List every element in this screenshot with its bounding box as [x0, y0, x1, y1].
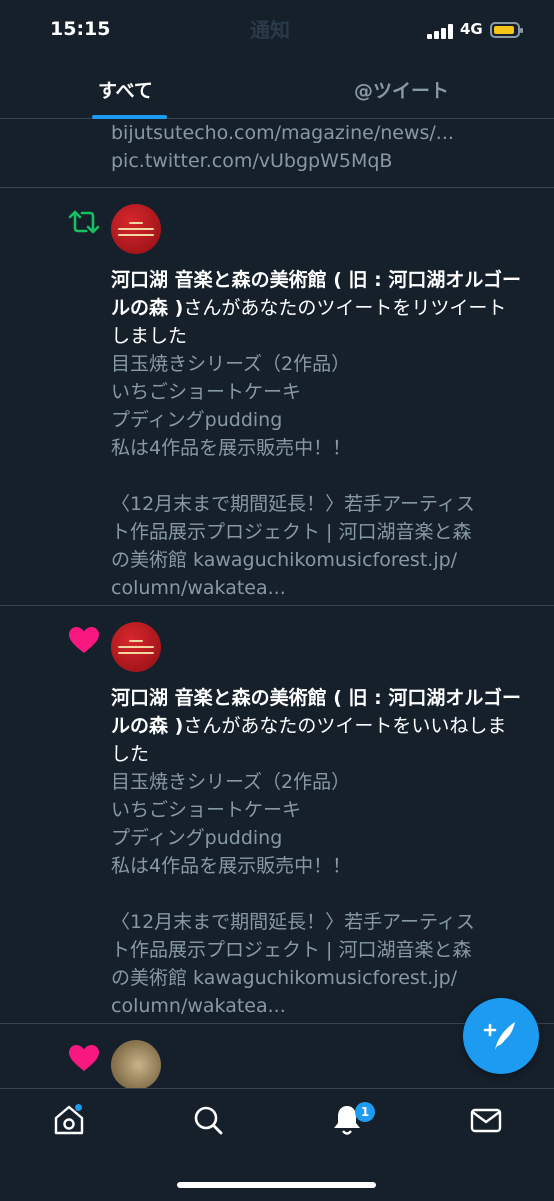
notification-tabs: すべて @ツイート — [0, 60, 554, 119]
avatar[interactable] — [111, 204, 161, 254]
tweet-line: ト作品展示プロジェクト | 河口湖音楽と森 — [111, 521, 472, 543]
notification-headline: 河口湖 音楽と森の美術館 ( 旧 : 河口湖オルゴールの森 )さんがあなたのツイ… — [111, 266, 523, 350]
heart-icon — [68, 626, 100, 654]
retweet-icon — [68, 208, 100, 236]
notifications-badge: 1 — [355, 1102, 375, 1122]
tweet-body: 目玉焼きシリーズ（2作品） いちごショートケーキ プディングpudding 私は… — [111, 350, 523, 602]
tweet-line: いちごショートケーキ — [111, 381, 302, 403]
tab-all[interactable]: すべて — [98, 76, 153, 103]
status-time: 15:15 — [50, 18, 111, 40]
notification-item[interactable]: 河口湖 音楽と森の美術館 ( 旧 : 河口湖オルゴールの森 )さんがあなたのツイ… — [0, 606, 554, 1024]
cellular-signal-icon — [427, 23, 455, 39]
notification-headline: 河口湖 音楽と森の美術館 ( 旧 : 河口湖オルゴールの森 )さんがあなたのツイ… — [111, 684, 523, 768]
tweet-line: いちごショートケーキ — [111, 799, 302, 821]
tweet-line: 私は4作品を展示販売中！！ — [111, 437, 352, 459]
status-bar: 15:15 通知 4G — [0, 0, 554, 60]
network-type: 4G — [460, 20, 483, 38]
tweet-line: column/wakatea... — [111, 995, 286, 1017]
home-indicator — [177, 1182, 376, 1188]
avatar[interactable] — [111, 622, 161, 672]
tweet-body: 目玉焼きシリーズ（2作品） いちごショートケーキ プディングpudding 私は… — [111, 768, 523, 1020]
tweet-line — [111, 880, 523, 908]
previous-notification-tail[interactable]: bijutsutecho.com/magazine/news/... pic.t… — [0, 119, 554, 188]
screen-title: 通知 — [250, 18, 290, 42]
tweet-line: の美術館 kawaguchikomusicforest.jp/ — [111, 549, 458, 571]
tweet-line: の美術館 kawaguchikomusicforest.jp/ — [111, 967, 458, 989]
tweet-line: column/wakatea... — [111, 577, 286, 599]
tweet-line: 私は4作品を展示販売中！！ — [111, 855, 352, 877]
heart-icon — [68, 1044, 100, 1072]
tweet-line: プディングpudding — [111, 827, 283, 849]
notification-item[interactable]: 河口湖 音楽と森の美術館 ( 旧 : 河口湖オルゴールの森 )さんがあなたのツイ… — [0, 188, 554, 606]
avatar[interactable] — [111, 1040, 161, 1090]
tweet-line: 目玉焼きシリーズ（2作品） — [111, 771, 351, 793]
home-unread-dot — [75, 1104, 82, 1111]
notification-feed: bijutsutecho.com/magazine/news/... pic.t… — [0, 119, 554, 1104]
tweet-line: ト作品展示プロジェクト | 河口湖音楽と森 — [111, 939, 472, 961]
messages-icon[interactable] — [469, 1103, 503, 1137]
link-text[interactable]: pic.twitter.com/vUbgpW5MqB — [111, 147, 392, 175]
search-icon[interactable] — [191, 1103, 225, 1137]
tweet-line: 〈12月末まで期間延長！〉若手アーティス — [111, 911, 475, 933]
tweet-line: 〈12月末まで期間延長！〉若手アーティス — [111, 493, 475, 515]
compose-tweet-button[interactable] — [463, 998, 539, 1074]
tweet-line: プディングpudding — [111, 409, 283, 431]
link-text[interactable]: bijutsutecho.com/magazine/news/... — [111, 119, 454, 147]
compose-feather-icon — [483, 1022, 515, 1050]
tweet-line: 目玉焼きシリーズ（2作品） — [111, 353, 351, 375]
battery-icon — [490, 22, 523, 38]
tweet-line — [111, 462, 523, 490]
tab-mentions[interactable]: @ツイート — [354, 76, 449, 103]
